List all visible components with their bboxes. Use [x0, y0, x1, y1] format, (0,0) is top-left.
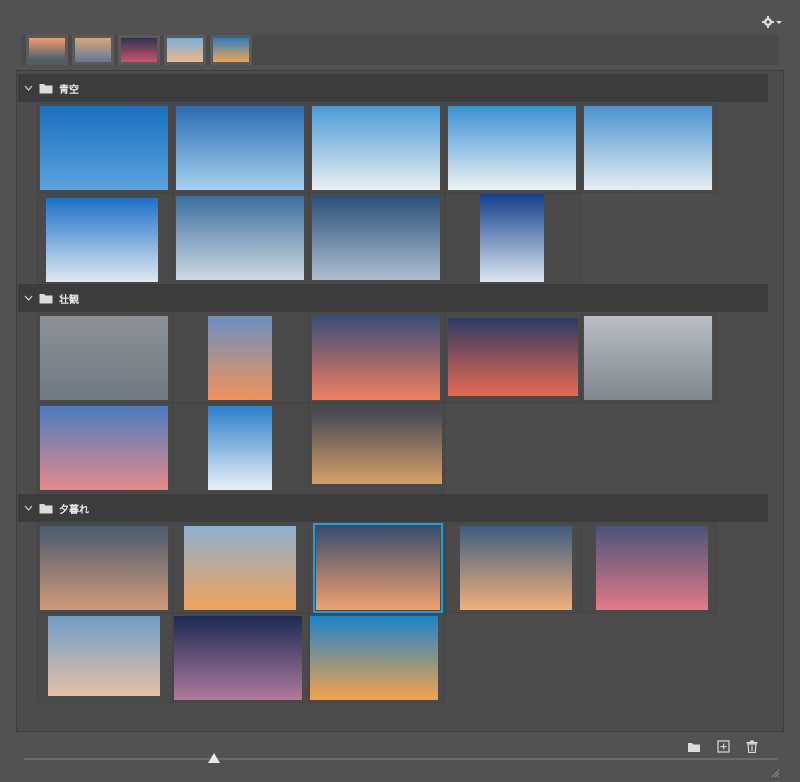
- recent-preset-4[interactable]: [164, 35, 206, 65]
- group-label: 青空: [59, 84, 79, 96]
- sky-thumb-1[interactable]: [37, 103, 173, 193]
- sky-image: [176, 106, 304, 190]
- group-header-3[interactable]: 夕暮れ: [18, 494, 768, 522]
- chevron-down-icon[interactable]: [24, 295, 33, 301]
- scenic-thumb-8[interactable]: [309, 403, 445, 493]
- sky-image: [584, 316, 712, 400]
- sky-image: [184, 526, 296, 610]
- sky-thumb-3[interactable]: [309, 103, 445, 193]
- sky-image: [480, 194, 544, 282]
- chevron-down-icon[interactable]: [24, 85, 33, 91]
- scenic-thumb-1[interactable]: [37, 313, 173, 403]
- resize-grip-icon[interactable]: [770, 768, 780, 778]
- sky-image: [584, 106, 712, 190]
- recent-presets-strip: [22, 35, 778, 65]
- sky-image: [312, 106, 440, 190]
- scenic-thumb-7[interactable]: [173, 403, 309, 493]
- sky-thumb-2[interactable]: [173, 103, 309, 193]
- thumbnail-row: [37, 523, 717, 613]
- chevron-down-icon[interactable]: [24, 505, 33, 511]
- sky-image: [176, 196, 304, 280]
- thumbnail-row: [37, 613, 445, 703]
- scenic-thumb-5[interactable]: [581, 313, 717, 403]
- group-label: 壮観: [59, 294, 79, 306]
- dusk-thumb-3[interactable]: [309, 523, 445, 613]
- sky-image: [40, 316, 168, 400]
- thumbnail-row: [37, 313, 717, 403]
- sky-image: [310, 616, 438, 700]
- panel-footer: [16, 734, 784, 782]
- sky-image: [312, 316, 440, 400]
- sky-image: [313, 523, 443, 613]
- sky-image: [460, 526, 572, 610]
- dusk-thumb-6[interactable]: [37, 613, 173, 703]
- folder-icon: [39, 503, 53, 513]
- scenic-thumb-2[interactable]: [173, 313, 309, 403]
- dusk-thumb-4[interactable]: [445, 523, 581, 613]
- dusk-thumb-2[interactable]: [173, 523, 309, 613]
- new-preset-button[interactable]: [717, 738, 730, 757]
- delete-button[interactable]: [746, 738, 758, 757]
- folder-icon: [688, 743, 700, 752]
- sky-image: [46, 198, 158, 282]
- gear-icon: [762, 16, 774, 28]
- thumbnail-size-slider-thumb[interactable]: [208, 753, 220, 763]
- sky-thumb-8[interactable]: [309, 193, 445, 283]
- sky-image: [48, 616, 160, 696]
- recent-preset-5[interactable]: [210, 35, 252, 65]
- recent-preset-2[interactable]: [72, 35, 114, 65]
- dusk-thumb-8[interactable]: [309, 613, 445, 703]
- group-label: 夕暮れ: [59, 504, 89, 516]
- sky-image: [596, 526, 708, 610]
- group-header-1[interactable]: 青空: [18, 74, 768, 102]
- sky-thumb-7[interactable]: [173, 193, 309, 283]
- sky-image: [448, 106, 576, 190]
- thumbnail-size-slider-track[interactable]: [24, 758, 778, 760]
- sky-image: [40, 106, 168, 190]
- sky-image: [208, 316, 272, 400]
- sky-image: [40, 526, 168, 610]
- sky-image: [40, 406, 168, 490]
- dusk-thumb-1[interactable]: [37, 523, 173, 613]
- thumbnail-row: [37, 403, 445, 493]
- scenic-thumb-6[interactable]: [37, 403, 173, 493]
- scenic-thumb-4[interactable]: [445, 313, 581, 403]
- scenic-thumb-3[interactable]: [309, 313, 445, 403]
- thumbnail-row: [37, 193, 581, 283]
- sky-thumb-5[interactable]: [581, 103, 717, 193]
- sky-image: [448, 318, 578, 396]
- dusk-thumb-7[interactable]: [173, 613, 309, 703]
- sky-image: [174, 616, 302, 700]
- settings-menu-button[interactable]: [762, 14, 784, 30]
- thumbnail-row: [37, 103, 717, 193]
- recent-preset-3[interactable]: [118, 35, 160, 65]
- trash-icon: [746, 740, 758, 754]
- new-group-button[interactable]: [687, 738, 701, 757]
- folder-icon: [39, 83, 53, 93]
- recent-preset-1[interactable]: [26, 35, 68, 65]
- group-header-2[interactable]: 壮観: [18, 284, 768, 312]
- sky-thumb-6[interactable]: [37, 193, 173, 283]
- sky-image: [312, 196, 440, 280]
- sky-thumb-4[interactable]: [445, 103, 581, 193]
- add-icon: [717, 740, 730, 753]
- folder-icon: [39, 293, 53, 303]
- sky-image: [312, 412, 442, 484]
- chevron-down-icon: [776, 21, 782, 24]
- sky-image: [208, 406, 272, 490]
- sky-thumb-9[interactable]: [445, 193, 581, 283]
- dusk-thumb-5[interactable]: [581, 523, 717, 613]
